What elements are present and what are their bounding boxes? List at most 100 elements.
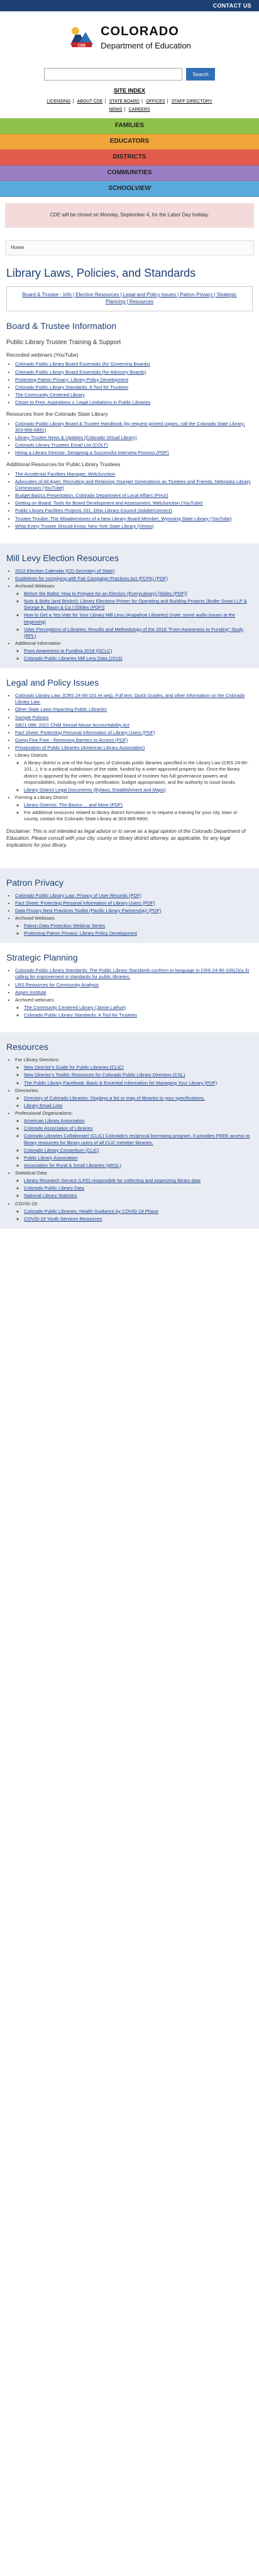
offices-link[interactable]: OFFICES bbox=[146, 99, 165, 104]
webinar-link[interactable]: Colorado Public Library Board Essentials… bbox=[15, 369, 146, 375]
tab-educators[interactable]: EDUCATORS bbox=[0, 133, 259, 150]
board-subtitle: Public Library Trustee Training & Suppor… bbox=[6, 338, 121, 346]
site-index-link[interactable]: SITE INDEX bbox=[2, 87, 257, 94]
webinar-link[interactable]: Patron Data Protection Webinar Series bbox=[24, 923, 105, 928]
webinar-link[interactable]: The Community Centered Library (Jamie La… bbox=[24, 1005, 126, 1010]
webinar-link[interactable]: Protecting Patron Privacy: Library Polic… bbox=[15, 377, 128, 382]
resource-link[interactable]: Advocates of All Ages: Recruiting and Re… bbox=[15, 479, 251, 491]
webinar-link[interactable]: How to Get a Yes Vote for Your Library M… bbox=[24, 612, 235, 624]
licensing-link[interactable]: LICENSING bbox=[47, 99, 71, 104]
resource-link[interactable]: Colorado Public Libraries: Health Guidan… bbox=[24, 1208, 158, 1214]
resource-link[interactable]: Association for Rural & Small Libraries … bbox=[24, 1163, 121, 1168]
webinar-link[interactable]: Before the Ballot: How to Prepare for an… bbox=[24, 591, 187, 596]
careers-link[interactable]: CAREERS bbox=[129, 108, 150, 112]
list-item: Before the Ballot: How to Prepare for an… bbox=[24, 591, 253, 597]
privacy-link[interactable]: Colorado Public Library Law: Privacy of … bbox=[15, 893, 141, 898]
resource-link[interactable]: The Accidental Facilities Manager, WebJu… bbox=[15, 471, 115, 477]
patron-privacy-section: Patron Privacy Colorado Public Library L… bbox=[0, 867, 259, 944]
resource-link[interactable]: Getting on Board: Tools for Board Develo… bbox=[15, 500, 203, 506]
legal-link[interactable]: SB21-088: 2021 Child Sexual Abuse Accoun… bbox=[15, 722, 130, 728]
list-item: Getting on Board: Tools for Board Develo… bbox=[15, 500, 253, 506]
breadcrumb-home-link[interactable]: Home bbox=[11, 245, 24, 250]
resource-link[interactable]: Public Library Association bbox=[24, 1155, 77, 1161]
legal-link[interactable]: Fact Sheet: Protecting Personal Informat… bbox=[15, 730, 155, 735]
resource-link[interactable]: New Director's Toolkit: Resources for Co… bbox=[24, 1072, 185, 1078]
resource-link[interactable]: Public Library Facilities Projects 101, … bbox=[15, 508, 172, 513]
list-item: Colorado Public Libraries Mill Levy Data… bbox=[24, 655, 253, 662]
list-item: The Community Centered Library (Jamie La… bbox=[24, 1005, 253, 1011]
resource-link[interactable]: Colorado Association of Libraries bbox=[24, 1125, 93, 1131]
csl-link[interactable]: Library Trustee News & Updates (Colorado… bbox=[15, 435, 137, 440]
list-item: Colorado Public Library Standards: The P… bbox=[15, 967, 253, 980]
resource-link[interactable]: New Director's Guide for Public Librarie… bbox=[24, 1064, 124, 1070]
search-button[interactable]: Search bbox=[186, 68, 215, 81]
strategic-link[interactable]: LRS Resources for Community Analysis bbox=[15, 982, 99, 988]
staff-directory-link[interactable]: STAFF DIRECTORY bbox=[172, 99, 212, 104]
resources-list: For Library Directors: New Director's Gu… bbox=[15, 1057, 253, 1222]
list-item: Colorado Library Trustees Email List (CO… bbox=[15, 442, 253, 449]
csl-link[interactable]: Colorado Library Trustees Email List (CO… bbox=[15, 442, 107, 448]
list-item: Guidelines for complying with Fair Campa… bbox=[15, 576, 253, 582]
additional-list: The Accidental Facilities Manager, WebJu… bbox=[15, 471, 253, 530]
resource-link[interactable]: What Every Trustee Should Know, New York… bbox=[15, 523, 153, 529]
resource-link[interactable]: Colorado Public Library Data bbox=[24, 1185, 84, 1191]
list-item: Colorado Public Library Law: Privacy of … bbox=[15, 893, 253, 899]
privacy-link[interactable]: Data Privacy Best Practices Toolkit (Pac… bbox=[15, 908, 161, 913]
election-calendar-link[interactable]: 2022 Election Calendar (CO Secretary of … bbox=[15, 568, 114, 574]
resource-link[interactable]: Directory of Colorado Libraries: Display… bbox=[24, 1095, 205, 1101]
directors-label: For Library Directors: bbox=[15, 1057, 60, 1063]
contact-us-link[interactable]: CONTACT US bbox=[213, 2, 251, 9]
csl-link[interactable]: Colorado Public Library Board & Trustee … bbox=[15, 421, 245, 433]
info-link[interactable]: From Awareness to Funding 2018 (OCLC) bbox=[24, 648, 112, 654]
about-cde-link[interactable]: ABOUT CDE bbox=[77, 99, 103, 104]
list-item: Protecting Patron Privacy: Library Polic… bbox=[24, 930, 253, 937]
strategic-link[interactable]: Aspen Institute bbox=[15, 990, 47, 995]
search-input[interactable] bbox=[44, 68, 183, 81]
list-item: Colorado Library Law: (CRS 24-90-101 et … bbox=[15, 693, 253, 705]
webinar-link[interactable]: Colorado Public Library Board Essentials… bbox=[15, 361, 150, 367]
mountain-cde-logo-icon[interactable]: CDE bbox=[68, 23, 96, 51]
resource-link[interactable]: American Library Association bbox=[24, 1118, 85, 1124]
resource-link[interactable]: National Library Statistics bbox=[24, 1193, 77, 1198]
resource-link[interactable]: Colorado Libraries Collaborate! (CLiC) C… bbox=[24, 1133, 250, 1145]
resource-link[interactable]: Colorado Library Consortium (CLiC) bbox=[24, 1147, 99, 1153]
list-item: Colorado Libraries Collaborate! (CLiC) C… bbox=[24, 1133, 253, 1146]
legal-link[interactable]: Colorado Library Law: (CRS 24-90-101 et … bbox=[15, 693, 245, 705]
resource-link[interactable]: COVID-19 Youth Services Resources bbox=[24, 1216, 102, 1222]
resource-link[interactable]: Library Research Service (LRS) responsib… bbox=[24, 1178, 201, 1183]
webinar-link[interactable]: Nuts & Bolts (and Bricks!): Library Elec… bbox=[24, 598, 247, 610]
forming-link[interactable]: Library Districts: The Basics ... and Mo… bbox=[24, 802, 123, 808]
legal-policy-section: Legal and Policy Issues Colorado Library… bbox=[0, 677, 259, 861]
news-link[interactable]: NEWS bbox=[109, 108, 122, 112]
district-docs-link[interactable]: Library District Legal Documents (Bylaws… bbox=[24, 787, 166, 793]
webinar-link[interactable]: The Community Centered Library bbox=[15, 392, 85, 398]
toc-links[interactable]: Board & Trustee - Info | Election Resour… bbox=[23, 292, 237, 304]
state-board-link[interactable]: STATE BOARD bbox=[109, 99, 140, 104]
list-item: The Community Centered Library bbox=[15, 392, 253, 398]
webinar-link[interactable]: Colorado Public Library Standards: A Too… bbox=[24, 1012, 137, 1018]
list-item: The Public Library Facebook: Basic & Ess… bbox=[24, 1080, 253, 1086]
legal-link[interactable]: Going Fine Free - Removing Barriers to A… bbox=[15, 737, 128, 743]
strategic-link[interactable]: Colorado Public Library Standards: The P… bbox=[15, 967, 249, 979]
resource-link[interactable]: Trustee Trouble: The Misadventures of a … bbox=[15, 516, 232, 521]
legal-link[interactable]: Other State Laws Impacting Public Librar… bbox=[15, 706, 107, 712]
tab-families[interactable]: FAMILIES bbox=[0, 118, 259, 134]
tab-districts[interactable]: DISTRICTS bbox=[0, 149, 259, 165]
list-item: Patron Data Protection Webinar Series bbox=[24, 923, 253, 929]
webinar-link[interactable]: Closer to Free: Aspirations v. Legal Lim… bbox=[15, 399, 150, 405]
webinar-link[interactable]: Colorado Public Library Standards: A Too… bbox=[15, 384, 128, 390]
webinar-link[interactable]: Protecting Patron Privacy: Library Polic… bbox=[24, 930, 137, 936]
legal-link[interactable]: Sample Policies bbox=[15, 715, 48, 720]
list-item: The Accidental Facilities Manager, WebJu… bbox=[15, 471, 253, 477]
tab-communities[interactable]: COMMUNITIES bbox=[0, 165, 259, 181]
resource-link[interactable]: The Public Library Facebook: Basic & Ess… bbox=[24, 1080, 217, 1086]
privacy-link[interactable]: Fact Sheet: Protecting Personal Informat… bbox=[15, 900, 155, 906]
info-link[interactable]: Colorado Public Libraries Mill Levy Data… bbox=[24, 655, 123, 661]
resource-link[interactable]: Budget Basics Presentation, Colorado Dep… bbox=[15, 493, 168, 498]
resource-link[interactable]: Library Email Lists bbox=[24, 1103, 62, 1108]
webinar-link[interactable]: Voter Perceptions of Libraries: Results … bbox=[24, 627, 243, 638]
fcpa-link[interactable]: Guidelines for complying with Fair Campa… bbox=[15, 576, 168, 581]
csl-link[interactable]: Hiring a Library Director: Designing a S… bbox=[15, 450, 169, 455]
legal-link[interactable]: Privatization of Public Libraries (Ameri… bbox=[15, 745, 145, 750]
tab-schoolview[interactable]: SCHOOLVIEW bbox=[0, 181, 259, 197]
